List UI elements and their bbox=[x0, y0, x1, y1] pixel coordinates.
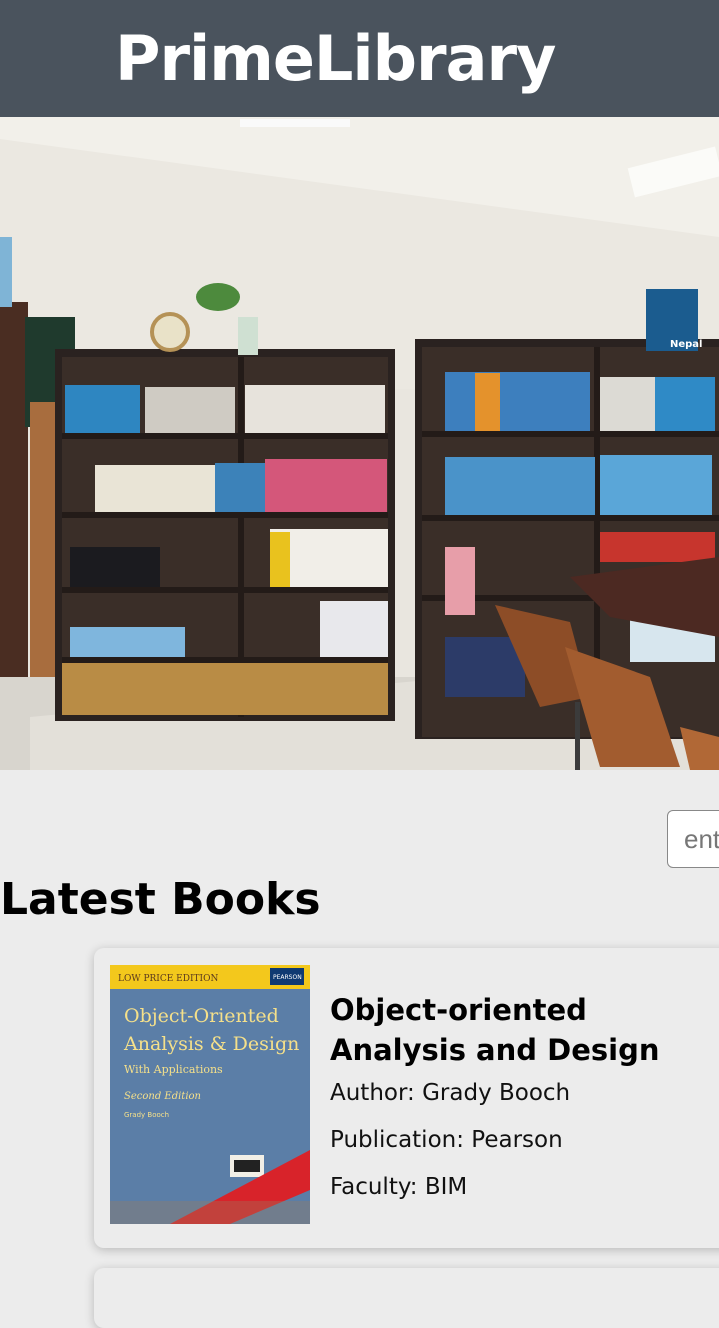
book-author: Author: Grady Booch bbox=[330, 1080, 571, 1106]
library-photo: Nepal bbox=[0, 117, 719, 770]
book-card-next[interactable] bbox=[94, 1268, 719, 1328]
book-cover-image: LOW PRICE EDITION PEARSON Object-Oriente… bbox=[110, 965, 310, 1224]
search-input[interactable] bbox=[667, 810, 719, 868]
cover-subtitle: With Applications bbox=[124, 1063, 223, 1076]
hero-image: Nepal bbox=[0, 117, 719, 770]
latest-books-heading: Latest Books bbox=[0, 874, 321, 925]
cover-publisher-text: PEARSON bbox=[273, 974, 302, 981]
book-card[interactable]: LOW PRICE EDITION PEARSON Object-Oriente… bbox=[94, 948, 719, 1248]
cover-edition: Second Edition bbox=[124, 1091, 201, 1102]
cover-banner-text: LOW PRICE EDITION bbox=[118, 974, 218, 984]
book-publication: Publication: Pearson bbox=[330, 1127, 563, 1153]
nepal-sign-text: Nepal bbox=[670, 339, 703, 350]
book-faculty: Faculty: BIM bbox=[330, 1174, 468, 1200]
cover-title-line1: Object-Oriented bbox=[124, 1005, 279, 1027]
cover-author: Grady Booch bbox=[124, 1111, 169, 1119]
book-title[interactable]: Object-oriented Analysis and Design bbox=[330, 990, 690, 1070]
cover-title-line2: Analysis & Design bbox=[123, 1033, 299, 1055]
app-header: PrimeLibrary bbox=[0, 0, 719, 117]
brand-logo[interactable]: PrimeLibrary bbox=[115, 22, 556, 96]
